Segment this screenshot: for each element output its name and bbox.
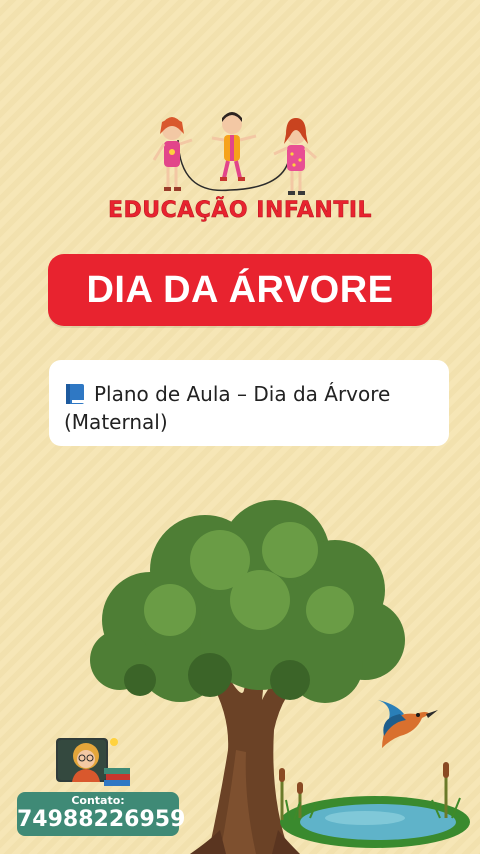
contact-phone[interactable]: 74988226959 bbox=[17, 807, 185, 833]
page-title: DIA DA ÁRVORE bbox=[86, 268, 394, 311]
contact-label: Contato: bbox=[71, 794, 125, 807]
teacher-avatar-illustration bbox=[56, 738, 130, 786]
lesson-plan-text: Plano de Aula – Dia da Árvore (Maternal) bbox=[64, 380, 435, 436]
blue-book-icon bbox=[66, 384, 84, 404]
title-banner: DIA DA ÁRVORE bbox=[48, 254, 432, 326]
kingfisher-bird-illustration bbox=[378, 700, 438, 748]
lesson-plan-title: Plano de Aula – Dia da Árvore (Maternal) bbox=[64, 382, 391, 434]
brand-title: EDUCAÇÃO INFANTIL bbox=[107, 198, 373, 224]
children-jumping-rope-illustration bbox=[152, 112, 318, 195]
contact-box: Contato: 74988226959 bbox=[17, 792, 185, 836]
lesson-plan-card: Plano de Aula – Dia da Árvore (Maternal) bbox=[49, 360, 449, 446]
